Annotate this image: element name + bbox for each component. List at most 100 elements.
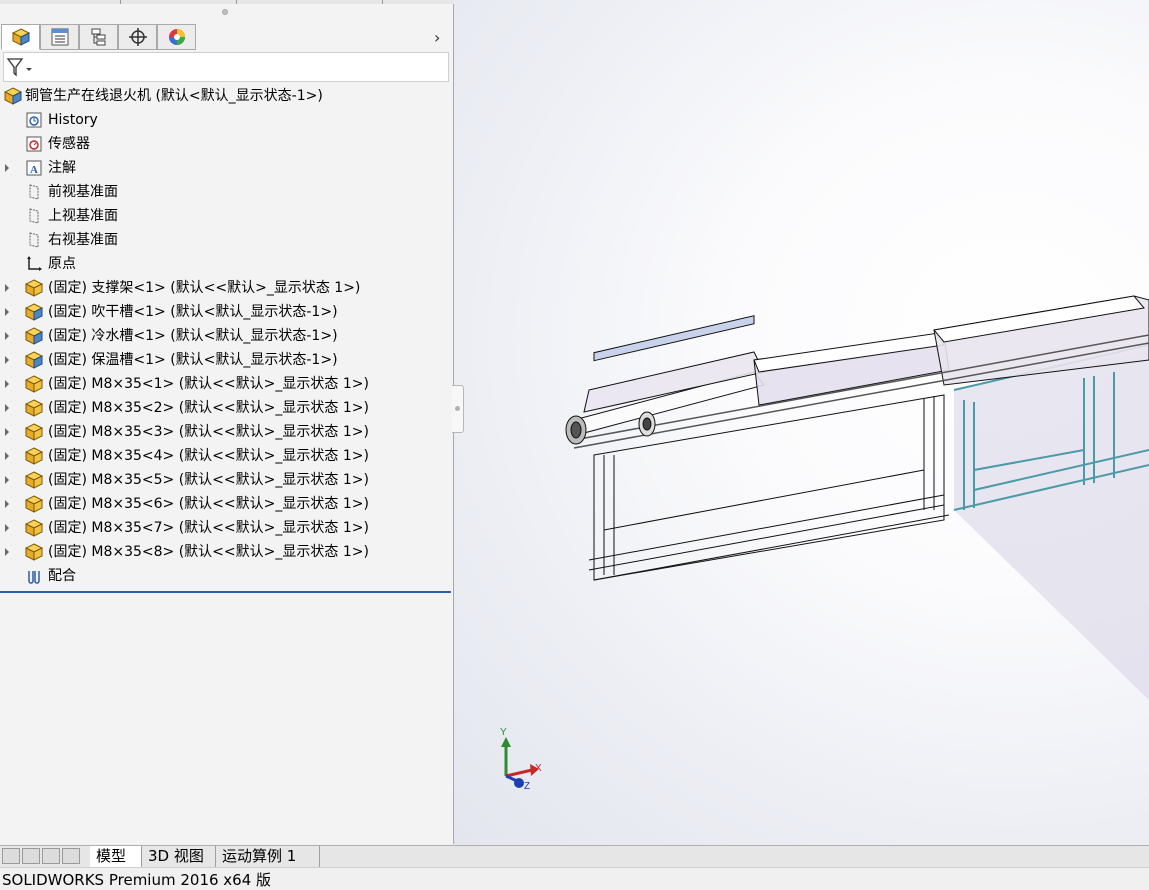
assembly-icon: [25, 327, 43, 345]
first-tab-icon[interactable]: [2, 848, 20, 864]
tree-filter[interactable]: [3, 52, 449, 82]
tab-propertymanager[interactable]: [40, 24, 79, 50]
tree-item[interactable]: (固定) M8×35<7> (默认<<默认>_显示状态 1>): [0, 516, 453, 540]
tree-item-label: History: [48, 112, 98, 128]
tree-item[interactable]: (固定) 支撑架<1> (默认<<默认>_显示状态 1>): [0, 276, 453, 300]
assembly-icon: [25, 303, 43, 321]
configuration-icon: [91, 28, 105, 46]
manager-tabbar: ›: [0, 24, 453, 51]
expand-arrow-icon[interactable]: [5, 164, 9, 172]
part-icon: [25, 495, 43, 513]
tree-item[interactable]: 原点: [0, 252, 453, 276]
part-icon: [25, 519, 43, 537]
tree-item[interactable]: 右视基准面: [0, 228, 453, 252]
tree-item-label: 前视基准面: [48, 184, 118, 200]
tree-item[interactable]: 传感器: [0, 132, 453, 156]
feature-manager-panel: › 铜管生产在线退火机 (默认<默认_显示状态-1>) History 传感器 A 注…: [0, 4, 454, 844]
tab-featuremanager[interactable]: [1, 24, 40, 50]
tab-model[interactable]: 模型: [90, 846, 142, 867]
tree-item[interactable]: History: [0, 108, 453, 132]
assembly-icon: [4, 87, 22, 105]
expand-arrow-icon[interactable]: [5, 404, 9, 412]
filter-icon[interactable]: [6, 56, 32, 80]
tree-item[interactable]: (固定) M8×35<1> (默认<<默认>_显示状态 1>): [0, 372, 453, 396]
tree-item[interactable]: (固定) M8×35<8> (默认<<默认>_显示状态 1>): [0, 540, 453, 564]
tab-scroll-right-icon[interactable]: ›: [434, 28, 440, 47]
panel-collapse-handle[interactable]: [452, 385, 464, 433]
axis-y-label: Y: [500, 727, 507, 738]
tree-item[interactable]: (固定) 保温槽<1> (默认<默认_显示状态-1>): [0, 348, 453, 372]
tree-item[interactable]: A 注解: [0, 156, 453, 180]
tree-item-label: (固定) M8×35<5> (默认<<默认>_显示状态 1>): [48, 472, 369, 488]
tree-item-label: 上视基准面: [48, 208, 118, 224]
history-icon: [26, 112, 42, 128]
status-bar: SOLIDWORKS Premium 2016 x64 版: [0, 867, 1149, 889]
expand-arrow-icon[interactable]: [5, 308, 9, 316]
expand-arrow-icon[interactable]: [5, 548, 9, 556]
axis-z-label: Z: [524, 781, 531, 792]
assembly-icon: [25, 351, 43, 369]
tree-item-label: 配合: [48, 568, 76, 584]
tree-item-label: (固定) M8×35<4> (默认<<默认>_显示状态 1>): [48, 448, 369, 464]
tree-item-label: (固定) M8×35<1> (默认<<默认>_显示状态 1>): [48, 376, 369, 392]
last-tab-icon[interactable]: [62, 848, 80, 864]
tree-item[interactable]: 前视基准面: [0, 180, 453, 204]
tree-item-label: (固定) 吹干槽<1> (默认<默认_显示状态-1>): [48, 304, 338, 320]
panel-grip[interactable]: [222, 9, 228, 15]
annotation-icon: A: [26, 160, 42, 176]
origin-icon: [27, 256, 42, 271]
tree-item[interactable]: (固定) M8×35<3> (默认<<默认>_显示状态 1>): [0, 420, 453, 444]
expand-arrow-icon[interactable]: [5, 476, 9, 484]
expand-arrow-icon[interactable]: [5, 524, 9, 532]
axis-triad: [501, 737, 539, 788]
tree-item-label: (固定) 保温槽<1> (默认<默认_显示状态-1>): [48, 352, 338, 368]
tree-item[interactable]: 上视基准面: [0, 204, 453, 228]
tab-configurationmanager[interactable]: [79, 24, 118, 50]
tree-item[interactable]: (固定) M8×35<4> (默认<<默认>_显示状态 1>): [0, 444, 453, 468]
frame-right: [953, 344, 1149, 700]
expand-arrow-icon[interactable]: [5, 452, 9, 460]
tab-display-manager[interactable]: [157, 24, 196, 50]
next-tab-icon[interactable]: [42, 848, 60, 864]
tree-item[interactable]: 配合: [0, 564, 453, 588]
expand-arrow-icon[interactable]: [5, 428, 9, 436]
expand-arrow-icon[interactable]: [5, 380, 9, 388]
tree-item[interactable]: (固定) M8×35<6> (默认<<默认>_显示状态 1>): [0, 492, 453, 516]
tree-item-label: (固定) M8×35<6> (默认<<默认>_显示状态 1>): [48, 496, 369, 512]
tree-item[interactable]: (固定) M8×35<2> (默认<<默认>_显示状态 1>): [0, 396, 453, 420]
part-icon: [25, 447, 43, 465]
graphics-viewport[interactable]: Y X Z: [454, 0, 1149, 845]
expand-arrow-icon[interactable]: [5, 284, 9, 292]
tree-item-label: 注解: [48, 160, 76, 176]
part-icon: [25, 471, 43, 489]
property-list-icon: [51, 28, 68, 46]
expand-arrow-icon[interactable]: [5, 500, 9, 508]
tab-motion-study[interactable]: 运动算例 1: [216, 846, 320, 867]
prev-tab-icon[interactable]: [22, 848, 40, 864]
plane-icon: [29, 184, 39, 200]
tab-dimxpert[interactable]: [118, 24, 157, 50]
plane-icon: [29, 232, 39, 248]
tree-item-label: (固定) 支撑架<1> (默认<<默认>_显示状态 1>): [48, 280, 361, 296]
tree-item-label: (固定) 冷水槽<1> (默认<默认_显示状态-1>): [48, 328, 338, 344]
tree-root-label: 铜管生产在线退火机 (默认<默认_显示状态-1>): [25, 88, 323, 104]
expand-arrow-icon[interactable]: [5, 332, 9, 340]
part-icon: [25, 423, 43, 441]
tree-root[interactable]: 铜管生产在线退火机 (默认<默认_显示状态-1>): [0, 84, 453, 108]
assembly-model[interactable]: [454, 0, 1149, 845]
tree-item-label: 原点: [48, 256, 76, 272]
tab-3d-view[interactable]: 3D 视图: [142, 846, 216, 867]
tree-item-label: 右视基准面: [48, 232, 118, 248]
tree-item[interactable]: (固定) 冷水槽<1> (默认<默认_显示状态-1>): [0, 324, 453, 348]
color-wheel-icon: [168, 29, 185, 45]
tree-item[interactable]: (固定) M8×35<5> (默认<<默认>_显示状态 1>): [0, 468, 453, 492]
tree-item-label: (固定) M8×35<8> (默认<<默认>_显示状态 1>): [48, 544, 369, 560]
tree-item[interactable]: (固定) 吹干槽<1> (默认<默认_显示状态-1>): [0, 300, 453, 324]
sensor-icon: [26, 136, 42, 152]
expand-arrow-icon[interactable]: [5, 356, 9, 364]
bottom-tabbar: 模型 3D 视图 运动算例 1: [0, 845, 1149, 868]
tank-1: [573, 315, 765, 434]
part-icon: [25, 543, 43, 561]
mates-icon: [28, 571, 40, 584]
tree-end-rule: [0, 591, 451, 593]
